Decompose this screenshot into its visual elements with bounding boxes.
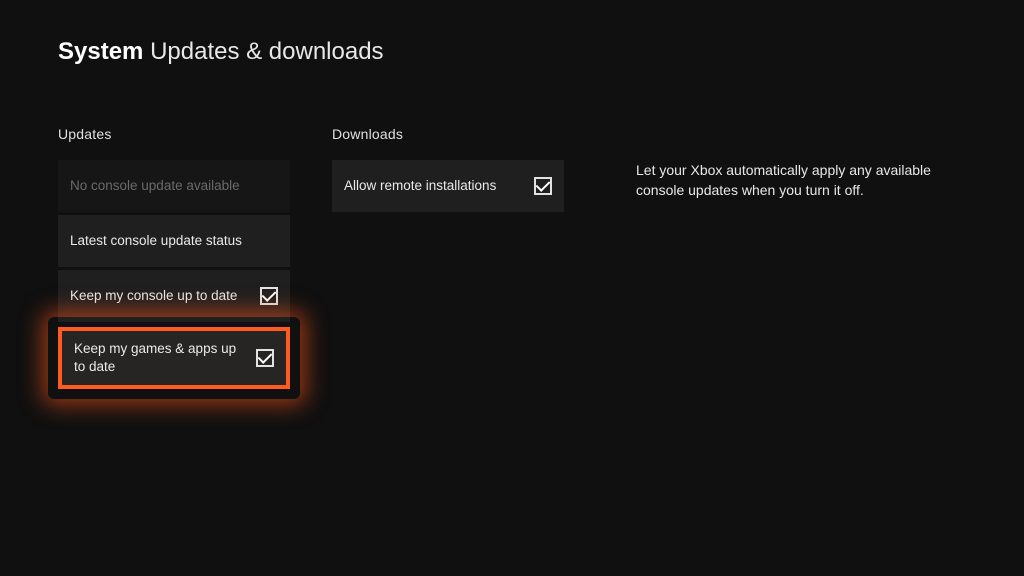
page-header: System Updates & downloads [58, 38, 966, 66]
keep-console-up-to-date-tile[interactable]: Keep my console up to date [58, 270, 290, 322]
downloads-column: Downloads Allow remote installations [332, 126, 564, 389]
focused-tile-highlight: Keep my games & apps up to date [58, 327, 290, 389]
setting-description: Let your Xbox automatically apply any av… [636, 160, 946, 201]
allow-remote-installations-tile[interactable]: Allow remote installations [332, 160, 564, 212]
checkbox-checked-icon [260, 287, 278, 305]
latest-update-status-label: Latest console update status [70, 232, 278, 250]
no-console-update-tile: No console update available [58, 160, 290, 212]
page-title: Updates & downloads [150, 38, 383, 65]
description-column: Let your Xbox automatically apply any av… [636, 126, 946, 389]
keep-games-apps-up-to-date-label: Keep my games & apps up to date [74, 340, 256, 375]
checkbox-checked-icon [534, 177, 552, 195]
checkbox-checked-icon [256, 349, 274, 367]
downloads-section-title: Downloads [332, 126, 564, 142]
allow-remote-installations-label: Allow remote installations [344, 177, 534, 195]
updates-column: Updates No console update available Late… [58, 126, 290, 389]
no-console-update-label: No console update available [70, 177, 278, 195]
updates-section-title: Updates [58, 126, 290, 142]
latest-update-status-tile[interactable]: Latest console update status [58, 215, 290, 267]
keep-games-apps-up-to-date-tile[interactable]: Keep my games & apps up to date [58, 327, 290, 389]
keep-console-up-to-date-label: Keep my console up to date [70, 287, 260, 305]
page-category: System [58, 38, 143, 65]
